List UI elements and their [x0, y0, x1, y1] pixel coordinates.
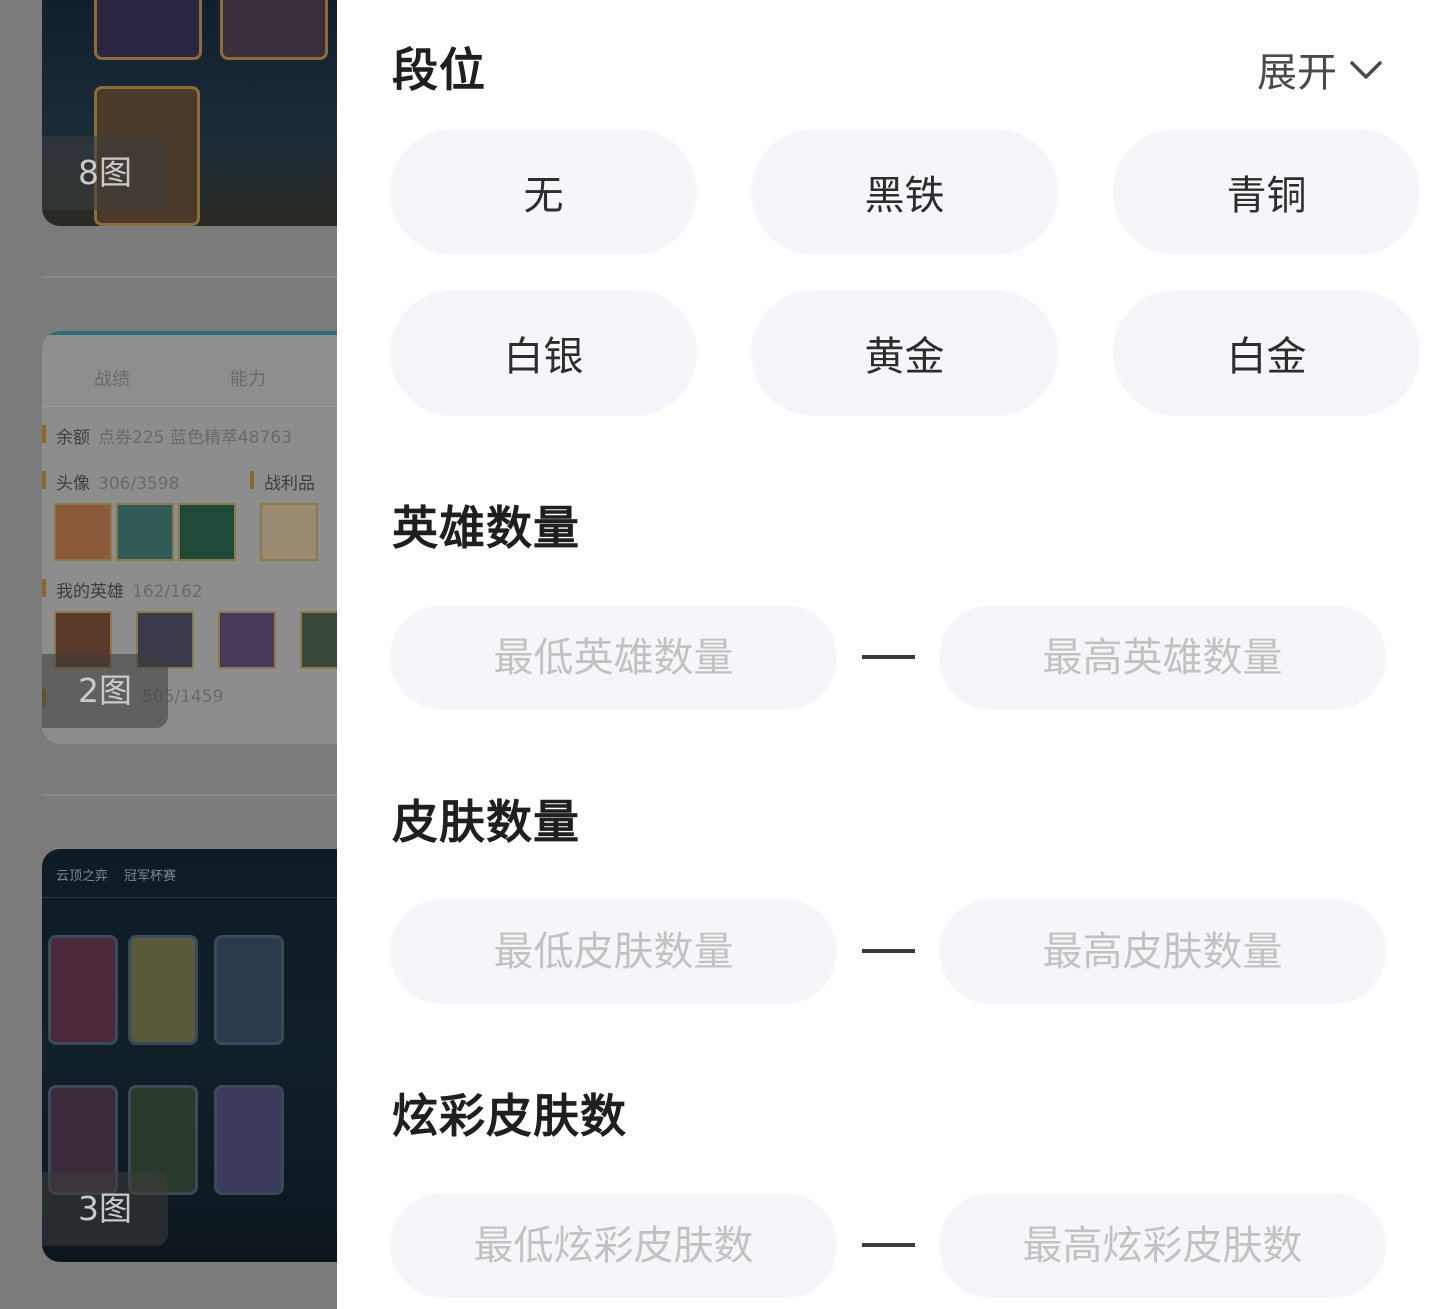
skin-tile	[214, 935, 284, 1045]
skin-tile	[48, 935, 118, 1045]
min-hero-count-input[interactable]	[390, 605, 837, 710]
max-chroma-count-input[interactable]	[939, 1193, 1386, 1298]
expand-button[interactable]: 展开	[1257, 40, 1385, 98]
card-tab: 冠军杯赛	[124, 869, 177, 884]
rank-option[interactable]: 白银	[390, 290, 697, 416]
card-tab-bar: 云顶之弈 冠军杯赛	[42, 849, 337, 898]
divider	[42, 794, 337, 796]
card-tab: 战绩	[94, 369, 130, 390]
rank-option[interactable]: 无	[390, 129, 697, 255]
balance-label: 余额	[56, 428, 90, 448]
avatar-thumb	[116, 503, 174, 561]
image-count-badge: 2图	[42, 654, 168, 728]
chroma-count-title: 炫彩皮肤数	[392, 1089, 627, 1143]
rank-title: 段位	[392, 43, 486, 97]
chevron-down-icon	[1350, 61, 1382, 79]
hero-thumb	[300, 611, 337, 669]
divider	[42, 276, 337, 278]
loot-label: 战利品	[264, 474, 315, 494]
image-count-badge: 3图	[42, 1172, 168, 1246]
loot-thumb	[260, 503, 318, 561]
balance-row: 余额 点券225 蓝色精萃48763	[42, 423, 292, 448]
listing-card[interactable]: 8图	[42, 0, 337, 226]
heroes-value: 162/162	[132, 582, 203, 602]
card-image-tile	[94, 0, 202, 60]
card-tab: 云顶之弈	[56, 869, 109, 884]
avatar-thumb	[178, 503, 236, 561]
hero-thumb	[218, 611, 276, 669]
hero-count-title: 英雄数量	[392, 501, 580, 555]
image-count-badge: 8图	[42, 136, 168, 210]
avatar-thumb	[54, 503, 112, 561]
rank-option[interactable]: 青铜	[1113, 129, 1420, 255]
skin-tile	[214, 1085, 284, 1195]
heroes-label: 我的英雄	[56, 582, 124, 602]
expand-label: 展开	[1257, 50, 1337, 96]
balance-value: 点券225 蓝色精萃48763	[98, 428, 292, 448]
card-image-tile	[220, 0, 328, 60]
avatar-row: 头像 306/3598	[42, 469, 179, 494]
rank-option[interactable]: 白金	[1113, 290, 1420, 416]
avatar-label: 头像	[56, 474, 90, 494]
loot-row: 战利品	[250, 469, 315, 494]
card-tab: 能力	[230, 369, 266, 390]
filter-panel: 段位 展开 无 黑铁 青铜 白银 黄金 白金 英雄数量 皮肤数量 炫彩皮肤数	[337, 0, 1440, 1309]
listing-card[interactable]: 云顶之弈 冠军杯赛 3图	[42, 849, 337, 1262]
max-hero-count-input[interactable]	[939, 605, 1386, 710]
heroes-row: 我的英雄 162/162	[42, 577, 203, 602]
range-separator	[862, 1243, 915, 1247]
listing-card[interactable]: 战绩 能力 余额 点券225 蓝色精萃48763 头像 306/3598 战利品 我…	[42, 331, 337, 744]
max-skin-count-input[interactable]	[939, 899, 1386, 1004]
rank-option[interactable]: 黑铁	[751, 129, 1058, 255]
min-chroma-count-input[interactable]	[390, 1193, 837, 1298]
range-separator	[862, 655, 915, 659]
skin-tile	[128, 935, 198, 1045]
skin-count-title: 皮肤数量	[392, 795, 580, 849]
min-skin-count-input[interactable]	[390, 899, 837, 1004]
listing-background: 8图 战绩 能力 余额 点券225 蓝色精萃48763 头像 306/3598 战利…	[0, 0, 337, 1309]
card-tab-bar: 战绩 能力	[42, 331, 337, 407]
range-separator	[862, 949, 915, 953]
rank-option[interactable]: 黄金	[751, 290, 1058, 416]
avatar-value: 306/3598	[98, 474, 180, 494]
